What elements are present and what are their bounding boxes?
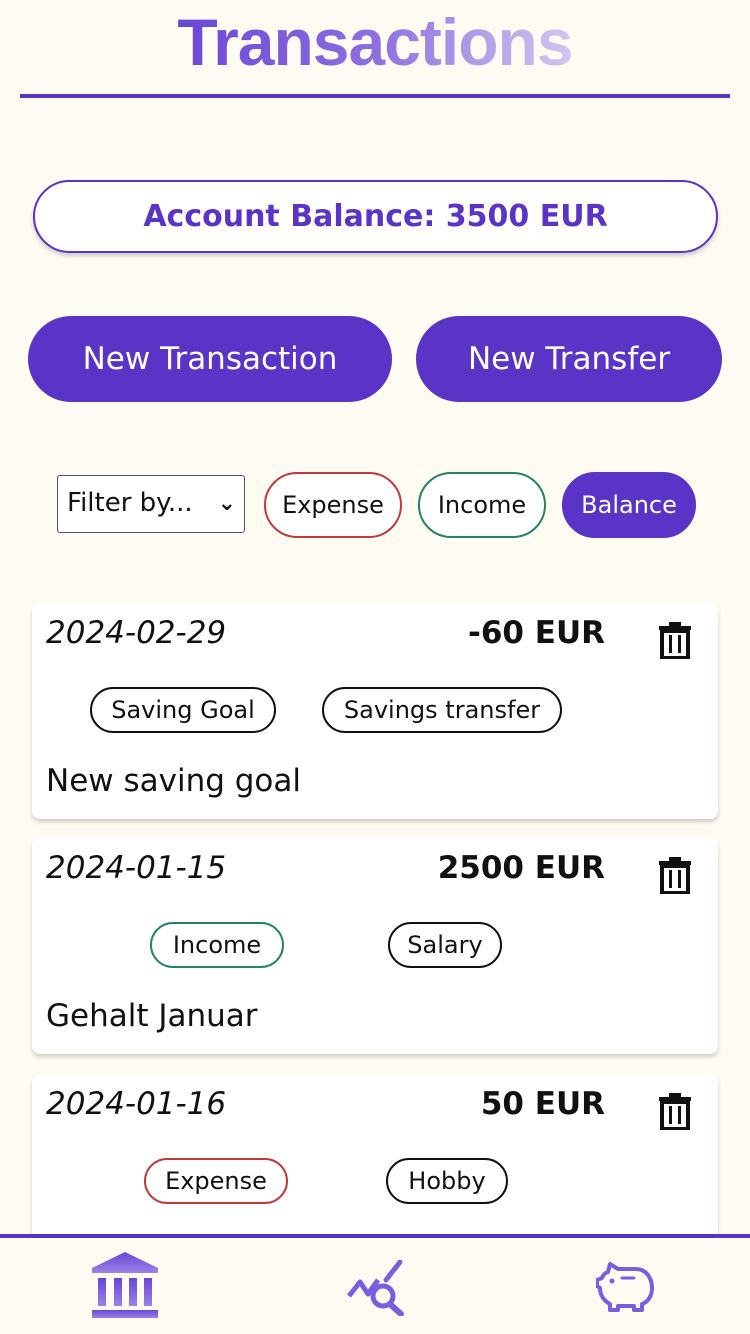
filter-chip-income[interactable]: Income [418, 472, 546, 538]
transaction-amount: -60 EUR [467, 615, 605, 651]
transaction-tag: Saving Goal [90, 687, 276, 733]
filter-chip-expense[interactable]: Expense [264, 472, 402, 538]
trash-icon[interactable] [658, 856, 692, 894]
chart-search-icon[interactable] [346, 1260, 406, 1316]
transaction-date: 2024-02-29 [46, 615, 227, 651]
transaction-tag: Savings transfer [322, 687, 562, 733]
transaction-date: 2024-01-15 [46, 850, 227, 886]
new-transfer-button[interactable]: New Transfer [416, 316, 722, 402]
piggy-bank-icon[interactable] [596, 1262, 654, 1312]
transaction-card[interactable]: 2024-01-15 2500 EUR Income Salary Gehalt… [32, 838, 718, 1054]
bank-icon[interactable] [90, 1250, 160, 1320]
transaction-tag: Income [150, 922, 284, 968]
filter-chip-balance[interactable]: Balance [562, 472, 696, 538]
account-balance: Account Balance: 3500 EUR [33, 180, 718, 253]
filter-select[interactable]: Filter by... ⌄ [57, 475, 245, 533]
transaction-tag: Expense [144, 1158, 288, 1204]
chevron-down-icon: ⌄ [217, 491, 236, 516]
page-header: Transactions [20, 0, 730, 98]
transaction-tag: Salary [388, 922, 502, 968]
transaction-date: 2024-01-16 [46, 1086, 227, 1122]
transaction-amount: 2500 EUR [437, 850, 605, 886]
transaction-description: New saving goal [46, 763, 302, 799]
trash-icon[interactable] [658, 621, 692, 659]
trash-icon[interactable] [658, 1092, 692, 1130]
transaction-description: Gehalt Januar [46, 998, 258, 1034]
transaction-card[interactable]: 2024-02-29 -60 EUR Saving Goal Savings t… [32, 603, 718, 819]
bottom-navigation [0, 1234, 750, 1334]
new-transaction-button[interactable]: New Transaction [28, 316, 392, 402]
filter-select-value: Filter by... [67, 488, 193, 518]
transaction-tag: Hobby [386, 1158, 508, 1204]
transaction-amount: 50 EUR [480, 1086, 605, 1122]
page-title: Transactions [177, 0, 573, 98]
